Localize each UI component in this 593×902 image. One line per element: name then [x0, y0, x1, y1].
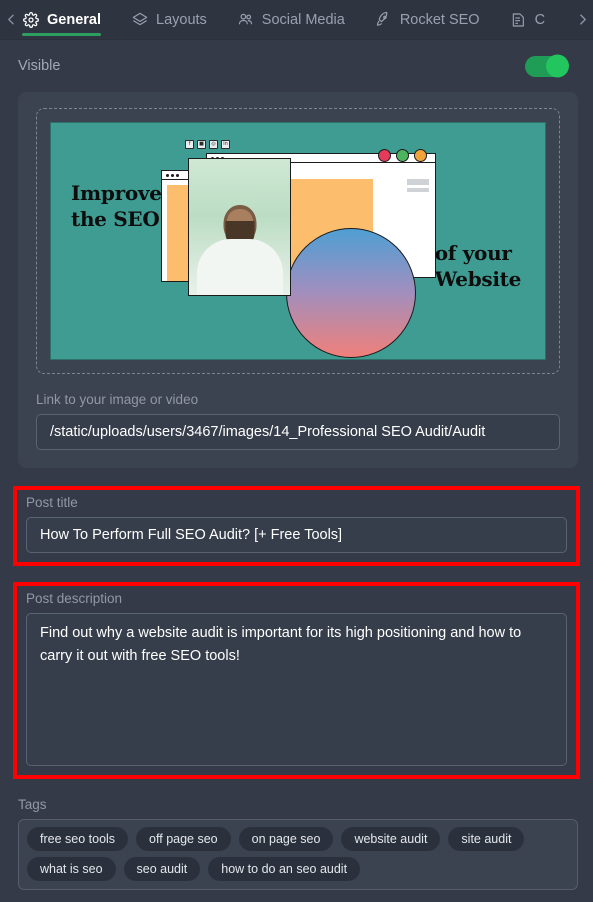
artwork-gradient-circle	[286, 228, 416, 358]
artwork-heading-right-line1: of your	[434, 241, 512, 265]
linkedin-icon: in	[221, 140, 230, 149]
tab-general-label: General	[47, 11, 101, 28]
window-side-bar	[407, 179, 429, 185]
tags-label: Tags	[18, 797, 47, 812]
tabs-strip: General Layouts Social Media Rocket SEO …	[22, 0, 571, 39]
post-title-label: Post title	[26, 495, 78, 510]
tab-general[interactable]: General	[22, 0, 115, 39]
facebook-icon: f	[185, 140, 194, 149]
tab-content-label: C	[534, 11, 546, 28]
person-body	[196, 239, 283, 295]
rocket-icon	[375, 11, 392, 28]
tab-content[interactable]: C	[510, 0, 546, 39]
tag-item[interactable]: free seo tools	[27, 827, 129, 851]
document-icon	[510, 11, 527, 28]
artwork-heading-left-line2: the SEO	[71, 206, 160, 231]
youtube-icon: ■	[197, 140, 206, 149]
post-description-section: Post description Find out why a website …	[13, 582, 580, 779]
post-title-section: Post title How To Perform Full SEO Audit…	[13, 486, 580, 566]
post-description-label: Post description	[26, 591, 123, 606]
visible-row: Visible	[0, 40, 593, 92]
tags-container[interactable]: free seo tools off page seo on page seo …	[18, 819, 578, 890]
tags-section: Tags free seo tools off page seo on page…	[0, 797, 593, 890]
media-card: Improve the SEO of your Website f ■ ◎ in	[18, 92, 578, 468]
artwork-person-photo	[188, 158, 291, 296]
window-dot	[166, 173, 169, 177]
media-link-label: Link to your image or video	[36, 392, 199, 407]
tag-item[interactable]: off page seo	[136, 827, 231, 851]
users-icon	[237, 11, 254, 28]
visible-label: Visible	[18, 58, 61, 74]
chevron-left-icon	[7, 14, 14, 25]
layers-icon	[131, 11, 148, 28]
chevron-right-icon	[579, 14, 586, 25]
artwork-dot-red	[378, 149, 391, 162]
tag-item[interactable]: site audit	[448, 827, 525, 851]
tab-rocket-seo-label: Rocket SEO	[399, 11, 480, 28]
tab-layouts-label: Layouts	[156, 11, 207, 28]
image-preview-dropzone[interactable]: Improve the SEO of your Website f ■ ◎ in	[36, 108, 560, 374]
tag-item[interactable]: website audit	[341, 827, 441, 851]
tag-item[interactable]: how to do an seo audit	[208, 857, 361, 881]
tabs-scroll-right-button[interactable]	[571, 0, 593, 39]
artwork-dot-orange	[414, 149, 427, 162]
tabs-scroll-left-button[interactable]	[0, 0, 22, 39]
tab-social-media-label: Social Media	[261, 11, 345, 28]
artwork-heading-right: of your Website	[434, 241, 522, 292]
artwork-social-icons: f ■ ◎ in	[185, 140, 230, 149]
tab-social-media[interactable]: Social Media	[237, 0, 359, 39]
instagram-icon: ◎	[209, 140, 218, 149]
tag-item[interactable]: seo audit	[123, 857, 201, 881]
window-side-bar	[407, 188, 429, 192]
tab-rocket-seo[interactable]: Rocket SEO	[375, 0, 494, 39]
artwork-heading-left-line1: Improve	[71, 181, 162, 205]
image-preview: Improve the SEO of your Website f ■ ◎ in	[50, 122, 546, 360]
visible-toggle[interactable]	[525, 55, 567, 77]
post-description-textarea[interactable]: Find out why a website audit is importan…	[26, 613, 567, 766]
tag-item[interactable]: on page seo	[238, 827, 334, 851]
tab-bar: General Layouts Social Media Rocket SEO …	[0, 0, 593, 40]
window-dot	[176, 173, 179, 177]
tab-layouts[interactable]: Layouts	[131, 0, 221, 39]
media-link-input[interactable]: /static/uploads/users/3467/images/14_Pro…	[36, 414, 560, 450]
artwork-dot-green	[396, 149, 409, 162]
gear-icon	[22, 11, 39, 28]
artwork-heading-right-line2: Website	[434, 266, 522, 291]
post-title-input[interactable]: How To Perform Full SEO Audit? [+ Free T…	[26, 517, 567, 553]
artwork-heading-left: Improve the SEO	[71, 181, 162, 232]
tag-item[interactable]: what is seo	[27, 857, 116, 881]
window-dot	[171, 173, 174, 177]
